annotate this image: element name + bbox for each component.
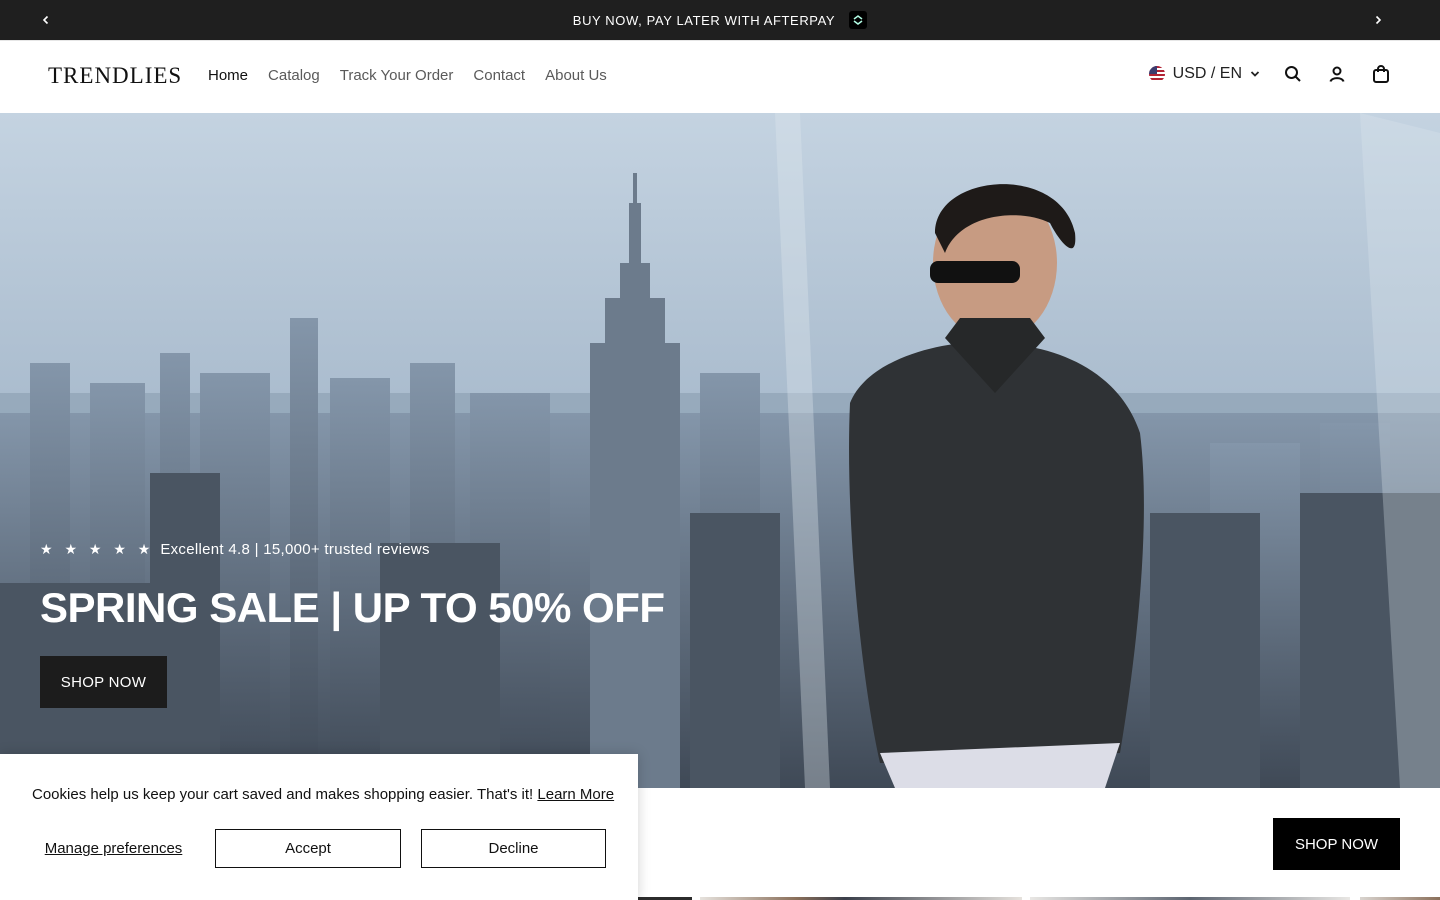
afterpay-icon	[849, 11, 868, 29]
nav-item-track-your-order[interactable]: Track Your Order	[340, 67, 454, 84]
announcement-message[interactable]: BUY NOW, PAY LATER WITH AFTERPAY	[0, 0, 1440, 40]
review-summary: ★ ★ ★ ★ ★ Excellent 4.8 | 15,000+ truste…	[40, 541, 665, 558]
accept-button[interactable]: Accept	[215, 829, 401, 868]
learn-more-link[interactable]: Learn More	[537, 786, 614, 803]
account-icon[interactable]	[1326, 63, 1348, 85]
nav-item-contact[interactable]: Contact	[473, 67, 525, 84]
cart-icon[interactable]	[1370, 63, 1392, 85]
cookie-message: Cookies help us keep your cart saved and…	[32, 786, 614, 803]
us-flag-icon	[1148, 66, 1165, 82]
manage-preferences-link[interactable]: Manage preferences	[32, 840, 195, 857]
hero-content: ★ ★ ★ ★ ★ Excellent 4.8 | 15,000+ truste…	[40, 541, 665, 708]
rating-stars-icon: ★ ★ ★ ★ ★	[40, 541, 155, 557]
site-logo[interactable]: TRENDLIES	[48, 63, 182, 89]
locale-selector[interactable]: USD / EN	[1148, 65, 1260, 83]
promo-shop-now-button[interactable]: SHOP NOW	[1273, 818, 1400, 870]
hero-shop-now-button[interactable]: SHOP NOW	[40, 656, 167, 708]
chevron-down-icon	[1250, 71, 1260, 77]
search-icon[interactable]	[1282, 63, 1304, 85]
site-header: TRENDLIES Home Catalog Track Your Order …	[0, 40, 1440, 113]
announcement-text: BUY NOW, PAY LATER WITH AFTERPAY	[572, 12, 836, 28]
cookie-message-text: Cookies help us keep your cart saved and…	[32, 786, 534, 803]
nav-item-home[interactable]: Home	[208, 67, 248, 84]
header-actions: USD / EN	[1148, 63, 1392, 85]
nav-item-about-us[interactable]: About Us	[545, 67, 607, 84]
review-text: Excellent 4.8 | 15,000+ trusted reviews	[160, 541, 430, 558]
locale-label: USD / EN	[1172, 65, 1242, 82]
announcement-bar: BUY NOW, PAY LATER WITH AFTERPAY	[0, 0, 1440, 40]
decline-button[interactable]: Decline	[421, 829, 606, 868]
hero-banner: ★ ★ ★ ★ ★ Excellent 4.8 | 15,000+ truste…	[0, 113, 1440, 788]
hero-headline: SPRING SALE | UP TO 50% OFF	[40, 584, 665, 631]
nav-item-catalog[interactable]: Catalog	[268, 67, 320, 84]
chevron-right-icon[interactable]	[1368, 10, 1388, 30]
main-nav: Home Catalog Track Your Order Contact Ab…	[208, 67, 607, 84]
cookie-actions: Manage preferences Accept Decline	[32, 829, 606, 868]
cookie-banner: Cookies help us keep your cart saved and…	[0, 754, 638, 900]
